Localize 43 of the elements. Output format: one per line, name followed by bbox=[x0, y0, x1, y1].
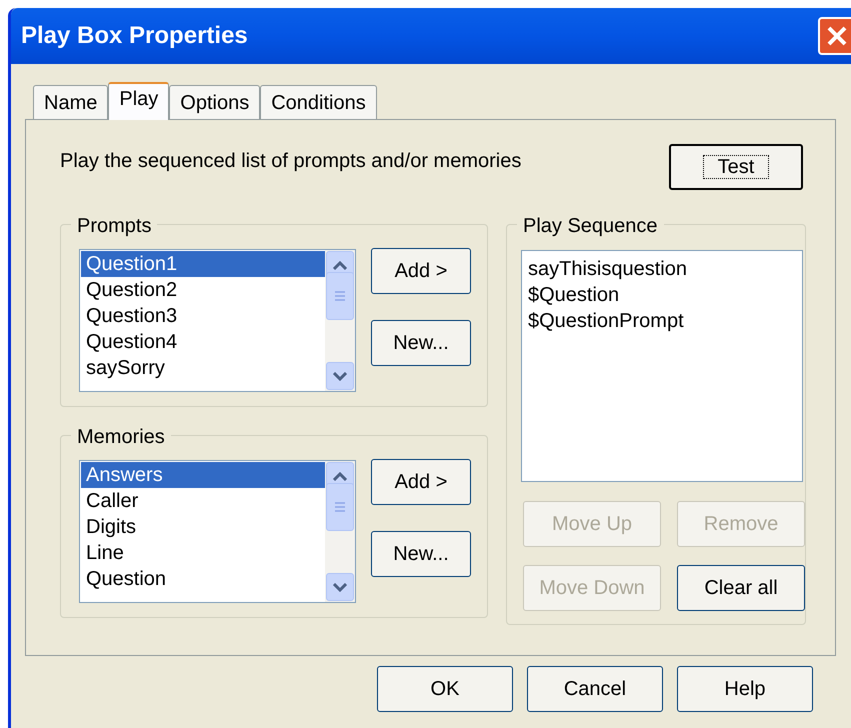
list-item[interactable]: saySorry bbox=[81, 355, 325, 381]
chevron-down-icon bbox=[333, 582, 347, 592]
sequence-list[interactable]: sayThisisquestion $Question $QuestionPrompt bbox=[521, 250, 803, 482]
tab[interactable]: Name bbox=[33, 85, 108, 119]
dialog-button[interactable]: New... bbox=[371, 320, 471, 366]
list-item[interactable]: Question4 bbox=[81, 329, 325, 355]
scroll-thumb[interactable] bbox=[326, 482, 354, 530]
tab[interactable]: Conditions bbox=[260, 85, 377, 119]
scroll-down-button[interactable] bbox=[326, 362, 354, 390]
list-item[interactable]: Question bbox=[81, 566, 325, 592]
list-item[interactable]: Question1 bbox=[81, 251, 325, 277]
chevron-down-icon bbox=[333, 372, 347, 380]
grip-icon bbox=[334, 290, 346, 300]
list-item[interactable]: Digits bbox=[81, 514, 325, 540]
tab[interactable]: Options bbox=[169, 85, 260, 119]
dialog-button[interactable]: Cancel bbox=[527, 666, 663, 712]
list-box[interactable]: Answers Caller Digits Line Question bbox=[79, 460, 356, 603]
dialog-button[interactable]: OK bbox=[377, 666, 513, 712]
chevron-up-icon bbox=[333, 260, 347, 270]
list-item[interactable]: sayThisisquestion bbox=[528, 256, 802, 282]
list-item[interactable]: Caller bbox=[81, 488, 325, 514]
scroll-down-button[interactable] bbox=[326, 573, 354, 601]
list-item[interactable]: $QuestionPrompt bbox=[528, 308, 802, 334]
dialog-button[interactable]: Clear all bbox=[677, 565, 805, 611]
close-button[interactable] bbox=[818, 17, 851, 55]
grip-icon bbox=[334, 502, 346, 512]
list-box[interactable]: Question1 Question2 Question3 Question4 saySorry bbox=[79, 249, 356, 392]
dialog-button[interactable]: Add > bbox=[371, 248, 471, 294]
list-item[interactable]: Question2 bbox=[81, 277, 325, 303]
list-item[interactable]: Question3 bbox=[81, 303, 325, 329]
dialog-button[interactable]: Add > bbox=[371, 459, 471, 505]
close-icon bbox=[826, 25, 848, 47]
window-title: Play Box Properties bbox=[21, 21, 248, 51]
test-button[interactable]: Test bbox=[669, 144, 803, 190]
tab[interactable]: Play bbox=[108, 82, 170, 120]
chevron-up-icon bbox=[333, 472, 347, 480]
scroll-thumb[interactable] bbox=[326, 272, 354, 320]
description-text: Play the sequenced list of prompts and/or memories bbox=[60, 149, 522, 174]
list-item[interactable]: $Question bbox=[528, 282, 802, 308]
dialog-button[interactable]: New... bbox=[371, 531, 471, 577]
dialog-button[interactable]: Help bbox=[677, 666, 813, 712]
list-item[interactable]: Line bbox=[81, 540, 325, 566]
list-item[interactable]: Answers bbox=[81, 462, 325, 488]
